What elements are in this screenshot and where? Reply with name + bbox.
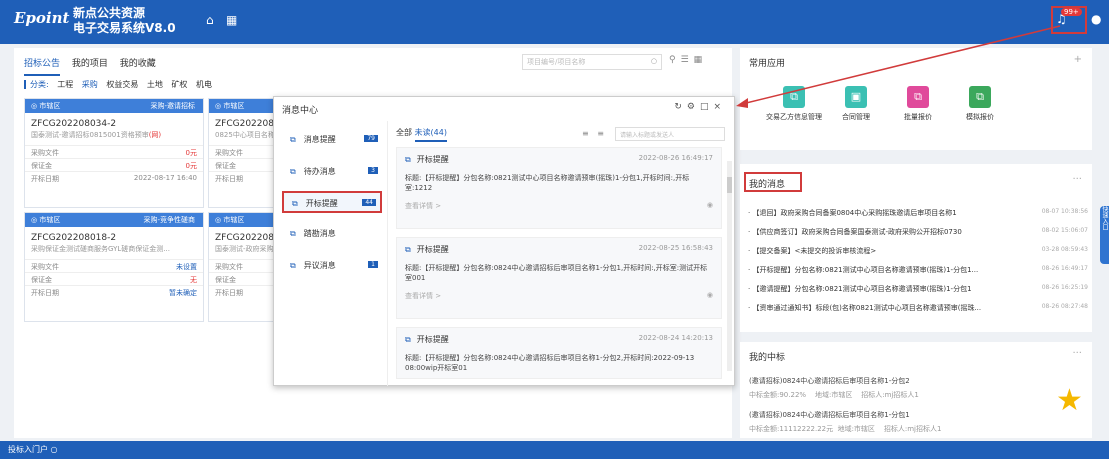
tab-all[interactable]: 全部 xyxy=(396,128,412,137)
tab-unread[interactable]: 未读(44) xyxy=(414,128,447,142)
bid-item[interactable]: (邀请招标)0824中心邀请招标后审项目名称1-分包2 xyxy=(749,376,910,386)
user-icon[interactable]: ● xyxy=(1091,12,1101,26)
contract-icon: ▣ xyxy=(845,86,867,108)
tab-my-favorites[interactable]: 我的收藏 xyxy=(120,59,156,69)
project-search-input[interactable]: 项目编号/项目名称 ○ xyxy=(522,54,662,70)
message-icon: ⧉ xyxy=(290,135,296,144)
filter-label: 分类: xyxy=(24,80,49,89)
project-card[interactable]: ◎ 市辖区 采购-邀请招标 ZFCG202208034-2 国泰测试-邀请招标08… xyxy=(24,98,204,208)
search-icon[interactable]: ○ xyxy=(651,57,657,65)
filter-icon[interactable]: ≡ ≡ xyxy=(582,129,607,138)
project-card[interactable]: ◎ 市辖区 采购-竞争性磋商 ZFCG202208018-2 采购保证金测试磋商服… xyxy=(24,212,204,322)
category-survey[interactable]: ⧉ 踏勘消息 xyxy=(282,223,382,245)
dialog-title: 消息中心 xyxy=(282,106,319,116)
filter-electromech[interactable]: 机电 xyxy=(196,80,212,89)
bid-item[interactable]: (邀请招标)0824中心邀请招标后审项目名称1-分包1 xyxy=(749,410,910,420)
message-row[interactable]: · 【提交备案】<未提交的投诉审核流程> 03-28 08:59:43 xyxy=(748,246,1088,258)
document-icon: ⧉ xyxy=(783,86,805,108)
app-supplier-info[interactable]: ⧉ 交易乙方信息管理 xyxy=(764,86,824,122)
eye-icon[interactable]: ◉ xyxy=(707,291,713,299)
message-icon: ⧉ xyxy=(405,155,411,164)
message-icon: ⧉ xyxy=(292,199,298,208)
category-filter: 分类: 工程 采购 权益交易 土地 矿权 机电 xyxy=(24,79,218,90)
highlight-box xyxy=(1051,6,1087,34)
category-bid-opening[interactable]: ⧉ 开标提醒 44 xyxy=(282,191,382,213)
product-title: 新点公共资源 电子交易系统V8.0 xyxy=(73,6,176,35)
app-batch-quote[interactable]: ⧉ 批量报价 xyxy=(888,86,948,122)
my-messages-panel: 我的消息 ··· · 【退回】政府采购合同备案0804中心采购摇珠邀请后审项目名… xyxy=(740,164,1092,332)
message-row[interactable]: · 【邀请提醒】分包名称:0821测试中心项目名称邀请预审(摇珠)1-分包1 08… xyxy=(748,284,1088,296)
message-icon: ⧉ xyxy=(290,261,296,270)
mascot-icon[interactable]: ★ xyxy=(1056,384,1090,418)
document-icon: ⧉ xyxy=(907,86,929,108)
more-icon[interactable]: ··· xyxy=(1072,348,1082,359)
message-row[interactable]: · 【供应商签订】政府采购合同备案国泰测试-政府采购公开招标0730 08-02 … xyxy=(748,227,1088,239)
scrollbar[interactable] xyxy=(727,161,732,371)
common-apps-panel: 常用应用 + ⧉ 交易乙方信息管理 ▣ 合同管理 ⧉ 批量报价 ⧉ 模拟报价 xyxy=(740,48,1092,150)
maximize-icon[interactable]: □ xyxy=(700,102,714,112)
project-code: ZFCG202208018-2 xyxy=(31,233,117,243)
project-code: ZFCG202208034-2 xyxy=(31,119,117,129)
bidder-portal-link[interactable]: 投标入门户 ○ xyxy=(8,445,58,454)
message-row[interactable]: · 【开标提醒】分包名称:0821测试中心项目名称邀请预审(摇珠)1-分包1..… xyxy=(748,265,1088,277)
message-item[interactable]: ⧉ 开标提醒 2022-08-25 16:58:43 标题:【开标提醒】分包名称:0… xyxy=(396,237,722,319)
message-icon: ⧉ xyxy=(405,245,411,254)
my-winning-bids-panel: 我的中标 ··· (邀请招标)0824中心邀请招标后审项目名称1-分包2 中标金… xyxy=(740,342,1092,438)
view-details-link[interactable]: 查看详情 > xyxy=(405,292,441,300)
message-icon: ⧉ xyxy=(290,229,296,238)
eye-icon[interactable]: ◉ xyxy=(707,201,713,209)
view-toggle[interactable]: ⚲☰▦ xyxy=(669,55,707,65)
bottom-bar: 投标入门户 ○ xyxy=(0,441,1109,459)
message-item[interactable]: ⧉ 开标提醒 2022-08-26 16:49:17 标题:【开标提醒】分包名称:0… xyxy=(396,147,722,229)
close-icon[interactable]: × xyxy=(713,102,726,112)
view-details-link[interactable]: 查看详情 > xyxy=(405,202,441,210)
more-icon[interactable]: ··· xyxy=(1072,174,1082,185)
panel-title: 常用应用 xyxy=(749,59,786,69)
message-row[interactable]: · 【资审通过通知书】标段(包)名称0821测试中心项目名称邀请预审(摇珠...… xyxy=(748,303,1088,315)
message-center-dialog: 消息中心 ↻⚙□× ⧉ 消息提醒 79 ⧉ 待办消息 3 ⧉ 开标提醒 44 ⧉ 踏勘消息 ⧉… xyxy=(273,96,735,386)
filter-land[interactable]: 土地 xyxy=(147,80,163,89)
category-todo[interactable]: ⧉ 待办消息 3 xyxy=(282,161,382,183)
message-list: 全部 未读(44) ≡ ≡ 请输入标题或发送人 ⧉ 开标提醒 2022-08-26 … xyxy=(396,127,730,382)
panel-tabs: 招标公告 我的项目 我的收藏 xyxy=(24,56,165,76)
app-simulated-quote[interactable]: ⧉ 模拟报价 xyxy=(950,86,1010,122)
grid-icon[interactable]: ▦ xyxy=(226,13,237,27)
filter-equity[interactable]: 权益交易 xyxy=(106,80,138,89)
category-objection[interactable]: ⧉ 异议消息 1 xyxy=(282,255,382,277)
category-reminder[interactable]: ⧉ 消息提醒 79 xyxy=(282,129,382,151)
settings-icon[interactable]: ⚙ xyxy=(687,102,700,112)
top-bar: Epoint 新点公共资源 电子交易系统V8.0 ⌂ ▦ ♫ 99+ ● xyxy=(0,0,1109,44)
panel-title: 我的消息 xyxy=(749,180,786,190)
refresh-icon[interactable]: ↻ xyxy=(674,102,687,112)
brand-logo: Epoint xyxy=(14,9,70,27)
message-icon: ⧉ xyxy=(405,335,411,344)
filter-procurement[interactable]: 采购 xyxy=(82,80,98,89)
document-icon: ⧉ xyxy=(969,86,991,108)
home-icon[interactable]: ⌂ xyxy=(206,13,214,27)
message-category-list: ⧉ 消息提醒 79 ⧉ 待办消息 3 ⧉ 开标提醒 44 ⧉ 踏勘消息 ⧉ 异议消息 1 xyxy=(274,121,388,386)
message-row[interactable]: · 【退回】政府采购合同备案0804中心采购摇珠邀请后审项目名称1 08-07 1… xyxy=(748,208,1088,220)
tab-my-projects[interactable]: 我的项目 xyxy=(72,59,108,69)
message-item[interactable]: ⧉ 开标提醒 2022-08-24 14:20:13 标题:【开标提醒】分包名称:0… xyxy=(396,327,722,379)
add-icon[interactable]: + xyxy=(1074,54,1082,65)
message-search-input[interactable]: 请输入标题或发送人 xyxy=(615,127,725,141)
tab-announcements[interactable]: 招标公告 xyxy=(24,59,61,76)
filter-mining[interactable]: 矿权 xyxy=(171,80,187,89)
message-icon: ⧉ xyxy=(290,167,296,176)
panel-title: 我的中标 xyxy=(749,353,786,363)
filter-engineering[interactable]: 工程 xyxy=(57,80,73,89)
quick-entry-tab[interactable]: 快速入口 xyxy=(1100,206,1109,264)
app-contract[interactable]: ▣ 合同管理 xyxy=(826,86,886,122)
